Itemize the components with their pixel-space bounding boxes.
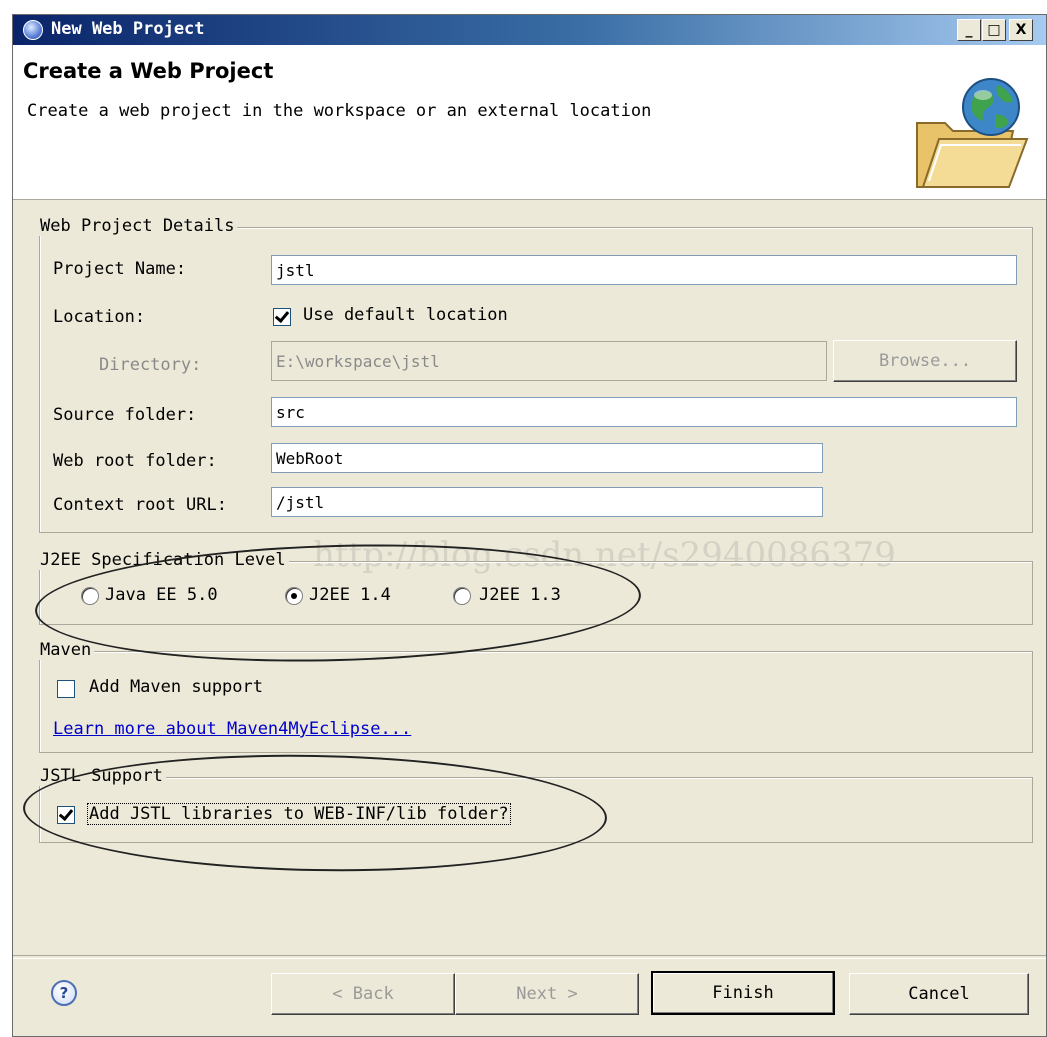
cancel-button[interactable]: Cancel: [849, 973, 1029, 1015]
minimize-button[interactable]: _: [957, 19, 981, 41]
jstl-support-legend: JSTL Support: [37, 766, 166, 786]
browse-button[interactable]: Browse...: [833, 340, 1017, 382]
source-folder-label: Source folder:: [53, 405, 197, 425]
next-button[interactable]: Next >: [455, 973, 639, 1015]
project-name-input[interactable]: [271, 255, 1017, 285]
folder-globe-icon: [916, 78, 1029, 188]
next-button-label: Next >: [516, 984, 578, 1004]
maximize-button[interactable]: □: [982, 19, 1006, 41]
directory-label: Directory:: [99, 355, 202, 375]
use-default-location-label: Use default location: [303, 305, 508, 325]
directory-input[interactable]: [271, 341, 827, 381]
project-name-label: Project Name:: [53, 259, 187, 279]
learn-more-maven-link[interactable]: Learn more about Maven4MyEclipse...: [53, 719, 411, 739]
page-description: Create a web project in the workspace or…: [27, 101, 652, 121]
browse-button-label: Browse...: [878, 351, 972, 371]
web-root-folder-label: Web root folder:: [53, 451, 217, 471]
web-root-folder-input[interactable]: [271, 443, 823, 473]
title-bar[interactable]: New Web Project _ □ X: [13, 15, 1046, 45]
back-button-label: < Back: [332, 984, 394, 1004]
use-default-location-checkbox[interactable]: [273, 308, 291, 326]
add-maven-support-label: Add Maven support: [89, 677, 263, 697]
radio-java-ee-5-label: Java EE 5.0: [105, 585, 218, 605]
maven-legend: Maven: [37, 640, 95, 660]
window-title: New Web Project: [51, 19, 205, 39]
radio-java-ee-5[interactable]: [81, 587, 99, 605]
new-web-project-dialog: New Web Project _ □ X Create a Web Proje…: [12, 14, 1047, 1037]
j2ee-level-legend: J2EE Specification Level: [37, 550, 289, 570]
finish-button[interactable]: Finish: [651, 971, 835, 1015]
finish-button-label: Finish: [712, 983, 774, 1003]
add-maven-support-checkbox[interactable]: [57, 680, 75, 698]
help-icon[interactable]: ?: [51, 980, 77, 1006]
context-root-url-input[interactable]: [271, 487, 823, 517]
radio-j2ee-1-3-label: J2EE 1.3: [479, 585, 561, 605]
radio-j2ee-1-4[interactable]: [285, 587, 303, 605]
app-globe-icon: [23, 20, 43, 40]
source-folder-input[interactable]: [271, 397, 1017, 427]
add-jstl-libraries-label: Add JSTL libraries to WEB-INF/lib folder…: [87, 803, 511, 825]
radio-j2ee-1-4-label: J2EE 1.4: [309, 585, 391, 605]
add-jstl-libraries-checkbox[interactable]: [57, 806, 75, 824]
radio-j2ee-1-3[interactable]: [453, 587, 471, 605]
web-project-details-legend: Web Project Details: [37, 216, 238, 236]
footer-separator: [13, 955, 1046, 959]
location-label: Location:: [53, 307, 146, 327]
context-root-url-label: Context root URL:: [53, 495, 227, 515]
page-title: Create a Web Project: [23, 59, 274, 83]
close-button[interactable]: X: [1009, 19, 1033, 41]
back-button[interactable]: < Back: [271, 973, 455, 1015]
cancel-button-label: Cancel: [908, 984, 970, 1004]
